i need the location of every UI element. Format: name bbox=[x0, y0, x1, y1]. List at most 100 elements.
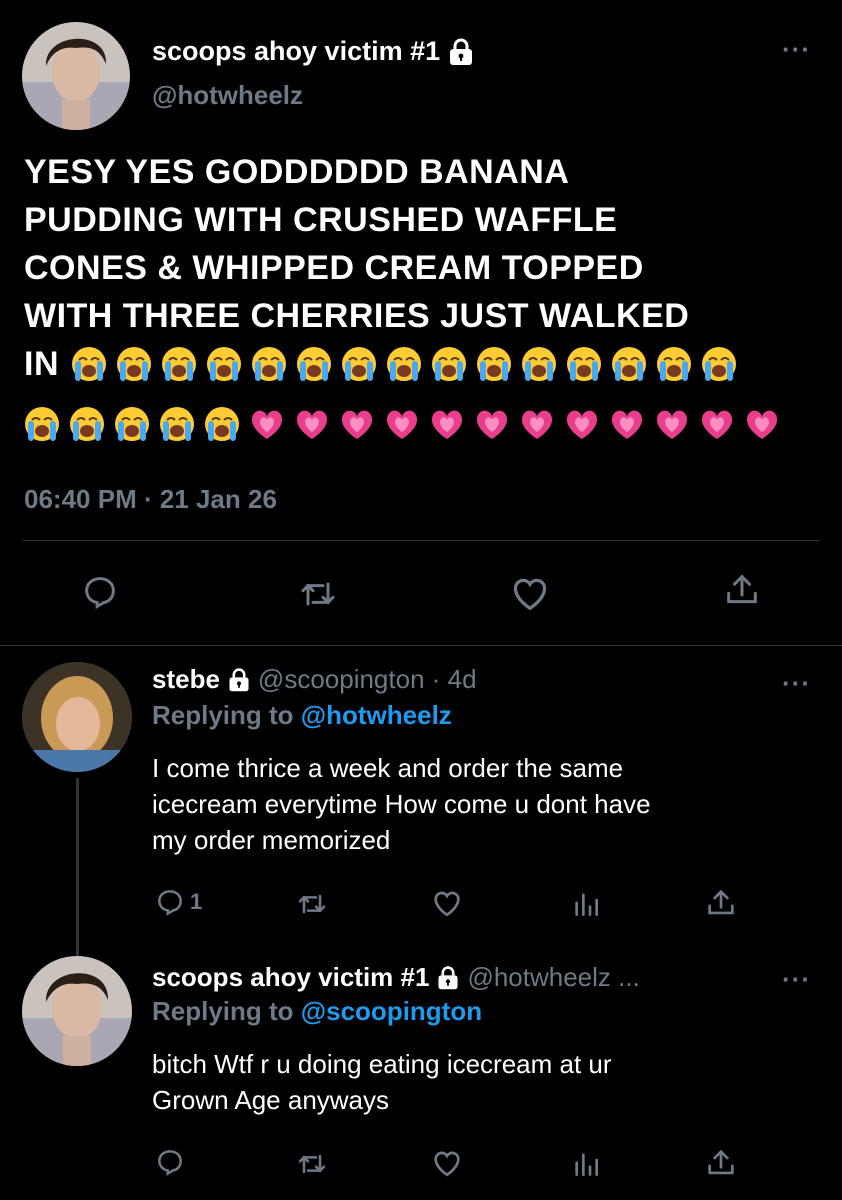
like-icon bbox=[513, 578, 547, 611]
loudly-crying-face-emoji bbox=[339, 344, 383, 384]
reply-2-header: scoops ahoy victim #1 @hotwheelz ... bbox=[152, 962, 640, 993]
loudly-crying-face-emoji bbox=[67, 404, 111, 444]
divider bbox=[22, 540, 820, 541]
loudly-crying-face-emoji bbox=[429, 344, 473, 384]
tweet-text-line: WITH THREE CHERRIES JUST WALKED bbox=[24, 297, 690, 335]
emoji-line-1: IN bbox=[24, 340, 743, 388]
emoji-row bbox=[22, 404, 786, 444]
pink-heart-emoji bbox=[607, 404, 651, 444]
loudly-crying-face-emoji bbox=[157, 404, 201, 444]
loudly-crying-face-emoji bbox=[22, 404, 66, 444]
reply-button[interactable] bbox=[80, 572, 120, 612]
loudly-crying-face-emoji bbox=[204, 344, 248, 384]
emoji-line-2 bbox=[22, 404, 786, 444]
share-icon bbox=[727, 574, 757, 604]
loudly-crying-face-emoji bbox=[249, 344, 293, 384]
lock-icon bbox=[446, 37, 476, 67]
loudly-crying-face-emoji bbox=[474, 344, 518, 384]
loudly-crying-face-emoji bbox=[699, 344, 743, 384]
loudly-crying-face-emoji bbox=[114, 344, 158, 384]
tweet-text-line: PUDDING WITH CRUSHED WAFFLE bbox=[24, 201, 618, 239]
reply-1-display-name[interactable]: stebe bbox=[152, 664, 220, 695]
pink-heart-emoji bbox=[517, 404, 561, 444]
pink-heart-emoji bbox=[382, 404, 426, 444]
avatar-main[interactable] bbox=[22, 22, 130, 130]
reply-text-line: my order memorized bbox=[152, 825, 391, 855]
reply-2-reply-button[interactable] bbox=[154, 1146, 186, 1178]
share-button[interactable] bbox=[722, 570, 762, 610]
pink-heart-emoji bbox=[427, 404, 471, 444]
main-display-name-text[interactable]: scoops ahoy victim #1 bbox=[152, 36, 440, 67]
pink-heart-emoji bbox=[652, 404, 696, 444]
reply-1-reply-button[interactable]: 1 bbox=[154, 886, 202, 918]
reply-text-line: I come thrice a week and order the same bbox=[152, 753, 624, 783]
reply-1-share-button[interactable] bbox=[704, 886, 738, 920]
reply-2-retweet-button[interactable] bbox=[296, 1148, 328, 1180]
loudly-crying-face-emoji bbox=[202, 404, 246, 444]
like-icon bbox=[434, 891, 460, 917]
replying-to-link[interactable]: @hotwheelz bbox=[301, 700, 452, 730]
reply-icon bbox=[158, 1150, 182, 1176]
pink-heart-emoji bbox=[337, 404, 381, 444]
main-tweet-text: YESY YES GODDDDDD BANANA PUDDING WITH CR… bbox=[24, 148, 824, 340]
more-options-icon[interactable]: ··· bbox=[782, 36, 811, 62]
reply-1-header: stebe @scoopington · 4d bbox=[152, 664, 477, 695]
reply-2-handle[interactable]: @hotwheelz ... bbox=[467, 962, 639, 993]
share-icon bbox=[708, 1149, 734, 1175]
thread-line bbox=[76, 778, 79, 956]
retweet-button[interactable] bbox=[298, 574, 338, 614]
emoji-row bbox=[69, 344, 743, 384]
replying-to-link[interactable]: @scoopington bbox=[301, 996, 482, 1026]
reply-1-retweet-button[interactable] bbox=[296, 888, 328, 920]
reply-2-analytics-button[interactable] bbox=[570, 1148, 602, 1180]
more-options-icon[interactable]: ··· bbox=[782, 966, 811, 992]
reply-icon bbox=[85, 577, 115, 610]
reply-text-line: bitch Wtf r u doing eating icecream at u… bbox=[152, 1049, 612, 1079]
reply-1-like-button[interactable] bbox=[430, 886, 464, 918]
reply-2-display-name[interactable]: scoops ahoy victim #1 bbox=[152, 962, 429, 993]
reply-2-share-button[interactable] bbox=[704, 1146, 738, 1180]
pink-heart-emoji bbox=[742, 404, 786, 444]
reply-text-line: Grown Age anyways bbox=[152, 1085, 390, 1115]
reply-1-replying-to: Replying to @hotwheelz bbox=[152, 700, 452, 731]
loudly-crying-face-emoji bbox=[112, 404, 156, 444]
loudly-crying-face-emoji bbox=[159, 344, 203, 384]
like-button[interactable] bbox=[508, 572, 552, 612]
like-icon bbox=[434, 1151, 460, 1177]
reply-text-line: icecream everytime How come u dont have bbox=[152, 789, 651, 819]
loudly-crying-face-emoji bbox=[69, 344, 113, 384]
reply-count: 1 bbox=[190, 889, 203, 914]
divider bbox=[0, 645, 842, 646]
avatar-reply-1[interactable] bbox=[22, 662, 132, 772]
analytics-icon bbox=[575, 1153, 598, 1176]
lock-icon bbox=[226, 667, 252, 693]
retweet-icon bbox=[298, 894, 326, 914]
pink-heart-emoji bbox=[697, 404, 741, 444]
tweet-text-line: IN bbox=[24, 345, 59, 383]
loudly-crying-face-emoji bbox=[294, 344, 338, 384]
more-options-icon[interactable]: ··· bbox=[782, 670, 811, 696]
loudly-crying-face-emoji bbox=[609, 344, 653, 384]
replying-to-label: Replying to bbox=[152, 700, 301, 730]
tweet-text-line: YESY YES GODDDDDD BANANA bbox=[24, 153, 570, 191]
main-timestamp[interactable]: 06:40 PM · 21 Jan 26 bbox=[24, 484, 277, 515]
reply-1-analytics-button[interactable] bbox=[570, 888, 602, 920]
replying-to-label: Replying to bbox=[152, 996, 301, 1026]
pink-heart-emoji bbox=[562, 404, 606, 444]
main-handle[interactable]: @hotwheelz bbox=[152, 80, 303, 111]
avatar-reply-2[interactable] bbox=[22, 956, 132, 1066]
reply-2-like-button[interactable] bbox=[430, 1146, 464, 1178]
pink-heart-emoji bbox=[247, 404, 291, 444]
reply-1-handle[interactable]: @scoopington · 4d bbox=[258, 664, 477, 695]
retweet-icon bbox=[301, 582, 335, 606]
tweet-text-line: CONES & WHIPPED CREAM TOPPED bbox=[24, 249, 644, 287]
share-icon bbox=[708, 889, 734, 915]
loudly-crying-face-emoji bbox=[654, 344, 698, 384]
lock-icon bbox=[435, 965, 461, 991]
reply-icon bbox=[158, 890, 182, 916]
pink-heart-emoji bbox=[472, 404, 516, 444]
main-display-name[interactable]: scoops ahoy victim #1 bbox=[152, 36, 476, 67]
loudly-crying-face-emoji bbox=[384, 344, 428, 384]
retweet-icon bbox=[298, 1154, 326, 1174]
reply-2-text: bitch Wtf r u doing eating icecream at u… bbox=[152, 1046, 612, 1118]
